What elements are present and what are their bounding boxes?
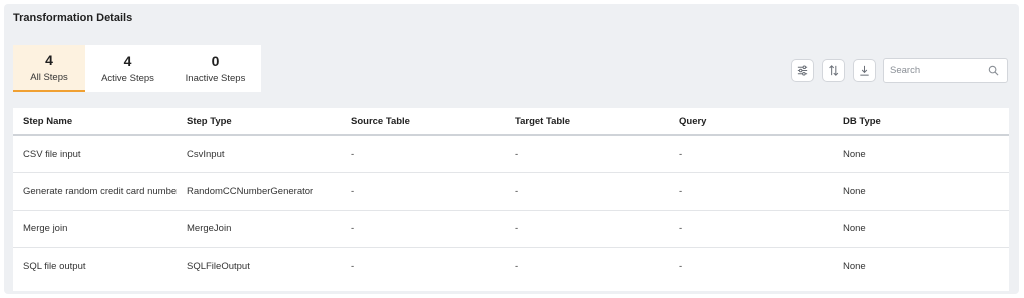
cell-step-type: RandomCCNumberGenerator <box>177 172 341 211</box>
table-toolbar <box>791 58 1008 83</box>
column-header-source-table[interactable]: Source Table <box>341 108 505 136</box>
column-header-target-table[interactable]: Target Table <box>505 108 669 136</box>
panel-title: Transformation Details <box>13 12 133 24</box>
table-row[interactable]: Merge join MergeJoin - - - None <box>13 210 1009 248</box>
table-header-row: Step Name Step Type Source Table Target … <box>13 108 1009 136</box>
search-input[interactable] <box>884 59 979 82</box>
cell-source-table: - <box>341 210 505 248</box>
table-row[interactable]: Generate random credit card numbers Rand… <box>13 172 1009 211</box>
cell-db-type: None <box>843 261 866 272</box>
cell-target-table: - <box>505 172 669 211</box>
download-button[interactable] <box>853 59 876 82</box>
tab-label: Inactive Steps <box>185 73 246 84</box>
tab-all-steps[interactable]: 4 All Steps <box>13 45 85 92</box>
cell-query: - <box>679 261 683 272</box>
sort-arrows-icon <box>829 65 839 76</box>
cell-step-type: MergeJoin <box>177 210 341 248</box>
sort-button[interactable] <box>822 59 845 82</box>
steps-table-container: Step Name Step Type Source Table Target … <box>13 108 1009 291</box>
step-tabs: 4 All Steps 4 Active Steps 0 Inactive St… <box>13 45 261 92</box>
steps-table: Step Name Step Type Source Table Target … <box>13 108 1009 285</box>
cell-target-table: - <box>515 261 519 272</box>
download-icon <box>860 65 869 76</box>
cell-source-table: - <box>341 172 505 211</box>
tab-active-steps[interactable]: 4 Active Steps <box>85 45 170 92</box>
cell-source-table: - <box>341 135 505 173</box>
cell-step-name: Generate random credit card numbers <box>13 172 177 211</box>
cell-db-type: None <box>833 172 1009 211</box>
column-header-step-name[interactable]: Step Name <box>13 108 177 136</box>
cell-db-type: None <box>833 210 1009 248</box>
cell-step-name: SQL file output <box>23 261 86 272</box>
search-icon[interactable] <box>988 65 999 76</box>
cell-step-name: CSV file input <box>13 135 177 173</box>
search-box <box>883 58 1008 83</box>
tab-inactive-steps[interactable]: 0 Inactive Steps <box>170 45 261 92</box>
cell-target-table: - <box>505 135 669 173</box>
tab-label: Active Steps <box>101 73 154 84</box>
filter-button[interactable] <box>791 59 814 82</box>
table-row[interactable]: SQL file output SQLFileOutput - - - None <box>13 248 1009 286</box>
tab-count: 0 <box>211 53 220 69</box>
cell-query: - <box>669 172 833 211</box>
column-header-step-type[interactable]: Step Type <box>177 108 341 136</box>
transformation-details-panel: Transformation Details 4 All Steps 4 Act… <box>4 4 1019 294</box>
sliders-icon <box>797 65 808 76</box>
tab-count: 4 <box>45 52 53 68</box>
cell-query: - <box>669 135 833 173</box>
cell-source-table: - <box>351 261 355 272</box>
cell-step-type: CsvInput <box>177 135 341 173</box>
tab-count: 4 <box>123 53 132 69</box>
cell-target-table: - <box>505 210 669 248</box>
tab-label: All Steps <box>30 72 68 83</box>
cell-step-name: Merge join <box>13 210 177 248</box>
cell-step-type: SQLFileOutput <box>187 261 250 272</box>
column-header-query[interactable]: Query <box>669 108 833 136</box>
column-header-db-type[interactable]: DB Type <box>833 108 1009 136</box>
table-row[interactable]: CSV file input CsvInput - - - None <box>13 135 1009 173</box>
cell-query: - <box>669 210 833 248</box>
cell-db-type: None <box>833 135 1009 173</box>
